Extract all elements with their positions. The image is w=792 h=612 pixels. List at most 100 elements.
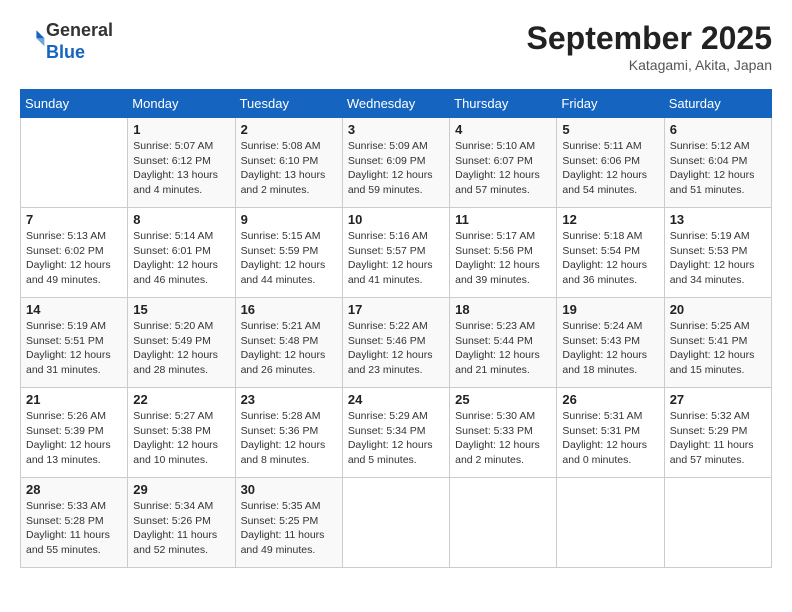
day-info: Sunrise: 5:29 AMSunset: 5:34 PMDaylight:…: [348, 409, 444, 468]
day-number: 27: [670, 392, 766, 407]
calendar-cell: 23 Sunrise: 5:28 AMSunset: 5:36 PMDayligh…: [235, 388, 342, 478]
calendar-cell: 5 Sunrise: 5:11 AMSunset: 6:06 PMDaylight…: [557, 118, 664, 208]
calendar-cell: 2Sunrise: 5:08 AMSunset: 6:10 PMDaylight…: [235, 118, 342, 208]
calendar-cell: 27 Sunrise: 5:32 AMSunset: 5:29 PMDayligh…: [664, 388, 771, 478]
calendar-week-row: 7Sunrise: 5:13 AMSunset: 6:02 PMDaylight…: [21, 208, 772, 298]
weekday-header-tuesday: Tuesday: [235, 90, 342, 118]
day-info: Sunrise: 5:22 AMSunset: 5:46 PMDaylight:…: [348, 319, 444, 378]
day-info: Sunrise: 5:32 AMSunset: 5:29 PMDaylight:…: [670, 409, 766, 468]
day-info: Sunrise: 5:20 AMSunset: 5:49 PMDaylight:…: [133, 319, 229, 378]
logo-icon: [22, 27, 46, 51]
day-info: Sunrise: 5:35 AMSunset: 5:25 PMDaylight:…: [241, 499, 337, 558]
day-number: 30: [241, 482, 337, 497]
day-info: Sunrise: 5:13 AMSunset: 6:02 PMDaylight:…: [26, 229, 122, 288]
day-number: 25: [455, 392, 551, 407]
day-number: 5: [562, 122, 658, 137]
day-number: 12: [562, 212, 658, 227]
day-number: 22: [133, 392, 229, 407]
weekday-header-saturday: Saturday: [664, 90, 771, 118]
calendar-cell: 4 Sunrise: 5:10 AMSunset: 6:07 PMDaylight…: [450, 118, 557, 208]
day-info: Sunrise: 5:19 AMSunset: 5:53 PMDaylight:…: [670, 229, 766, 288]
calendar-cell: 26 Sunrise: 5:31 AMSunset: 5:31 PMDayligh…: [557, 388, 664, 478]
calendar-cell: 8 Sunrise: 5:14 AMSunset: 6:01 PMDaylight…: [128, 208, 235, 298]
calendar-cell: 24Sunrise: 5:29 AMSunset: 5:34 PMDayligh…: [342, 388, 449, 478]
calendar-cell: 16 Sunrise: 5:21 AMSunset: 5:48 PMDayligh…: [235, 298, 342, 388]
calendar-cell: 17Sunrise: 5:22 AMSunset: 5:46 PMDayligh…: [342, 298, 449, 388]
day-number: 9: [241, 212, 337, 227]
day-number: 8: [133, 212, 229, 227]
day-number: 18: [455, 302, 551, 317]
day-info: Sunrise: 5:10 AMSunset: 6:07 PMDaylight:…: [455, 139, 551, 198]
day-number: 11: [455, 212, 551, 227]
month-title: September 2025: [527, 20, 772, 57]
day-number: 6: [670, 122, 766, 137]
calendar-cell: 3 Sunrise: 5:09 AMSunset: 6:09 PMDaylight…: [342, 118, 449, 208]
calendar-cell: 1Sunrise: 5:07 AMSunset: 6:12 PMDaylight…: [128, 118, 235, 208]
calendar-cell: 20 Sunrise: 5:25 AMSunset: 5:41 PMDayligh…: [664, 298, 771, 388]
logo-general: General: [46, 20, 113, 40]
calendar-cell: [450, 478, 557, 568]
day-number: 4: [455, 122, 551, 137]
calendar-cell: 10 Sunrise: 5:16 AMSunset: 5:57 PMDayligh…: [342, 208, 449, 298]
day-number: 13: [670, 212, 766, 227]
day-info: Sunrise: 5:24 AMSunset: 5:43 PMDaylight:…: [562, 319, 658, 378]
calendar-week-row: 14Sunrise: 5:19 AMSunset: 5:51 PMDayligh…: [21, 298, 772, 388]
calendar-cell: [557, 478, 664, 568]
day-info: Sunrise: 5:14 AMSunset: 6:01 PMDaylight:…: [133, 229, 229, 288]
logo: General Blue: [20, 20, 113, 63]
calendar-cell: [342, 478, 449, 568]
calendar-cell: [21, 118, 128, 208]
day-info: Sunrise: 5:21 AMSunset: 5:48 PMDaylight:…: [241, 319, 337, 378]
location: Katagami, Akita, Japan: [527, 57, 772, 73]
weekday-header-monday: Monday: [128, 90, 235, 118]
calendar-cell: 19Sunrise: 5:24 AMSunset: 5:43 PMDayligh…: [557, 298, 664, 388]
calendar-cell: 29 Sunrise: 5:34 AMSunset: 5:26 PMDayligh…: [128, 478, 235, 568]
calendar-cell: 18Sunrise: 5:23 AMSunset: 5:44 PMDayligh…: [450, 298, 557, 388]
day-info: Sunrise: 5:16 AMSunset: 5:57 PMDaylight:…: [348, 229, 444, 288]
calendar-cell: 25Sunrise: 5:30 AMSunset: 5:33 PMDayligh…: [450, 388, 557, 478]
weekday-header-wednesday: Wednesday: [342, 90, 449, 118]
page-header: General Blue September 2025 Katagami, Ak…: [20, 20, 772, 73]
calendar-week-row: 28 Sunrise: 5:33 AMSunset: 5:28 PMDayligh…: [21, 478, 772, 568]
day-info: Sunrise: 5:27 AMSunset: 5:38 PMDaylight:…: [133, 409, 229, 468]
calendar-cell: 15 Sunrise: 5:20 AMSunset: 5:49 PMDayligh…: [128, 298, 235, 388]
day-info: Sunrise: 5:18 AMSunset: 5:54 PMDaylight:…: [562, 229, 658, 288]
calendar-week-row: 1Sunrise: 5:07 AMSunset: 6:12 PMDaylight…: [21, 118, 772, 208]
day-info: Sunrise: 5:12 AMSunset: 6:04 PMDaylight:…: [670, 139, 766, 198]
day-number: 21: [26, 392, 122, 407]
day-info: Sunrise: 5:33 AMSunset: 5:28 PMDaylight:…: [26, 499, 122, 558]
calendar-cell: 13 Sunrise: 5:19 AMSunset: 5:53 PMDayligh…: [664, 208, 771, 298]
calendar-cell: 22 Sunrise: 5:27 AMSunset: 5:38 PMDayligh…: [128, 388, 235, 478]
day-info: Sunrise: 5:11 AMSunset: 6:06 PMDaylight:…: [562, 139, 658, 198]
day-number: 29: [133, 482, 229, 497]
day-number: 26: [562, 392, 658, 407]
day-number: 28: [26, 482, 122, 497]
day-info: Sunrise: 5:15 AMSunset: 5:59 PMDaylight:…: [241, 229, 337, 288]
day-info: Sunrise: 5:09 AMSunset: 6:09 PMDaylight:…: [348, 139, 444, 198]
day-info: Sunrise: 5:26 AMSunset: 5:39 PMDaylight:…: [26, 409, 122, 468]
day-info: Sunrise: 5:25 AMSunset: 5:41 PMDaylight:…: [670, 319, 766, 378]
day-info: Sunrise: 5:34 AMSunset: 5:26 PMDaylight:…: [133, 499, 229, 558]
calendar-cell: 21 Sunrise: 5:26 AMSunset: 5:39 PMDayligh…: [21, 388, 128, 478]
day-number: 15: [133, 302, 229, 317]
weekday-header-friday: Friday: [557, 90, 664, 118]
calendar-cell: 30 Sunrise: 5:35 AMSunset: 5:25 PMDayligh…: [235, 478, 342, 568]
day-number: 14: [26, 302, 122, 317]
calendar-cell: 6 Sunrise: 5:12 AMSunset: 6:04 PMDaylight…: [664, 118, 771, 208]
title-block: September 2025 Katagami, Akita, Japan: [527, 20, 772, 73]
day-info: Sunrise: 5:31 AMSunset: 5:31 PMDaylight:…: [562, 409, 658, 468]
logo-blue: Blue: [46, 42, 85, 62]
day-info: Sunrise: 5:17 AMSunset: 5:56 PMDaylight:…: [455, 229, 551, 288]
calendar-table: SundayMondayTuesdayWednesdayThursdayFrid…: [20, 89, 772, 568]
day-number: 23: [241, 392, 337, 407]
calendar-cell: 11 Sunrise: 5:17 AMSunset: 5:56 PMDayligh…: [450, 208, 557, 298]
calendar-cell: 12 Sunrise: 5:18 AMSunset: 5:54 PMDayligh…: [557, 208, 664, 298]
day-info: Sunrise: 5:28 AMSunset: 5:36 PMDaylight:…: [241, 409, 337, 468]
day-number: 20: [670, 302, 766, 317]
day-number: 3: [348, 122, 444, 137]
calendar-week-row: 21 Sunrise: 5:26 AMSunset: 5:39 PMDayligh…: [21, 388, 772, 478]
day-number: 10: [348, 212, 444, 227]
day-number: 2: [241, 122, 337, 137]
day-info: Sunrise: 5:07 AMSunset: 6:12 PMDaylight:…: [133, 139, 229, 198]
day-number: 16: [241, 302, 337, 317]
